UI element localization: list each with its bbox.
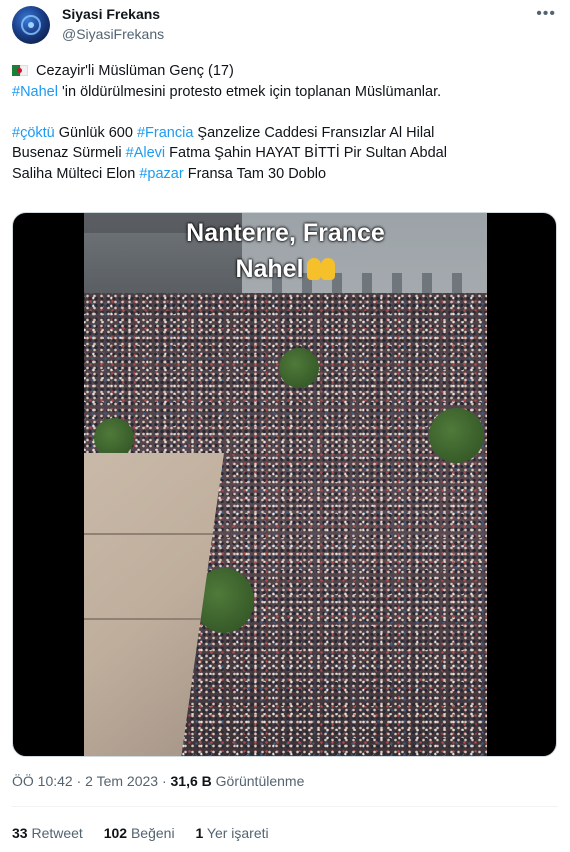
more-icon[interactable]: ••• — [536, 6, 556, 22]
likes-stat[interactable]: 102 Beğeni — [104, 825, 175, 841]
views-label: Görüntülenme — [211, 773, 305, 789]
tweet-line-3-text-2: Şanzelize Caddesi Fransızlar Al Hilal — [193, 124, 435, 141]
tweet-header: Siyasi Frekans @SiyasiFrekans ••• — [12, 6, 558, 46]
tweet-line-5-text-1: Saliha Mülteci Elon — [12, 165, 140, 182]
tweet-line-1: Cezayir'li Müslüman Genç (17) — [12, 61, 558, 82]
tweet-line-3: #çöktü Günlük 600 #Francia Şanzelize Cad… — [12, 123, 558, 144]
hashtag-coktu[interactable]: #çöktü — [12, 125, 55, 141]
raising-hands-icon — [306, 258, 336, 280]
author-handle[interactable]: @SiyasiFrekans — [62, 26, 164, 43]
tweet-line-4: Busenaz Sürmeli #Alevi Fatma Şahin HAYAT… — [12, 143, 558, 164]
video-caption-location: Nanterre, France — [186, 219, 385, 247]
algeria-flag-icon — [12, 65, 28, 76]
tree — [94, 418, 134, 458]
views-count: 31,6 B — [170, 773, 212, 789]
tweet-timestamp[interactable]: ÖÖ 10:42 · 2 Tem 2023 · — [12, 773, 171, 789]
tree — [279, 348, 319, 388]
divider — [12, 806, 558, 807]
avatar[interactable] — [12, 6, 50, 44]
bookmarks-label: Yer işareti — [203, 825, 269, 841]
tweet-line-2: #Nahel 'in öldürülmesini protesto etmek … — [12, 82, 558, 103]
retweets-count: 33 — [12, 825, 28, 841]
avatar-dot — [28, 22, 34, 28]
likes-count: 102 — [103, 825, 128, 841]
author-name[interactable]: Siyasi Frekans — [62, 6, 160, 23]
video-frame[interactable]: Nanterre, France Nahel — [84, 213, 487, 756]
hashtag-nahel[interactable]: #Nahel — [12, 84, 58, 100]
tweet-line-4-text-1: Busenaz Sürmeli — [12, 145, 126, 161]
likes-label: Beğeni — [127, 825, 175, 841]
video-caption-name: Nahel — [235, 255, 304, 283]
tweet-line-1-text: Cezayir'li Müslüman Genç (17) — [36, 63, 234, 79]
bookmarks-stat[interactable]: 1 Yer işareti — [195, 825, 268, 841]
retweets-label: Retweet — [27, 825, 83, 841]
retweets-stat[interactable]: 33 Retweet — [12, 825, 83, 841]
tweet-text: Cezayir'li Müslüman Genç (17) #Nahel 'in… — [12, 61, 558, 184]
tweet-media[interactable]: Nanterre, France Nahel — [12, 212, 557, 757]
tweet-line-2-text: 'in öldürülmesini protesto etmek için to… — [57, 83, 442, 100]
hashtag-pazar[interactable]: #pazar — [139, 166, 183, 182]
tweet-line-3-text-1: Günlük 600 — [54, 124, 137, 141]
tweet-stats: 33 Retweet 102 Beğeni 1 Yer işareti — [12, 825, 286, 841]
tweet-line-5-text-2: Fransa Tam 30 Doblo — [183, 165, 327, 182]
tweet-meta: ÖÖ 10:42 · 2 Tem 2023 · 31,6 B Görüntüle… — [12, 773, 304, 789]
hashtag-alevi[interactable]: #Alevi — [126, 145, 166, 161]
tweet-line-4-text-2: Fatma Şahin HAYAT BİTTİ Pir Sultan Abdal — [165, 145, 447, 161]
hashtag-francia[interactable]: #Francia — [137, 125, 193, 141]
video-caption-name-row: Nahel — [84, 255, 487, 284]
tweet-line-5: Saliha Mülteci Elon #pazar Fransa Tam 30… — [12, 164, 558, 185]
tree — [429, 408, 484, 463]
